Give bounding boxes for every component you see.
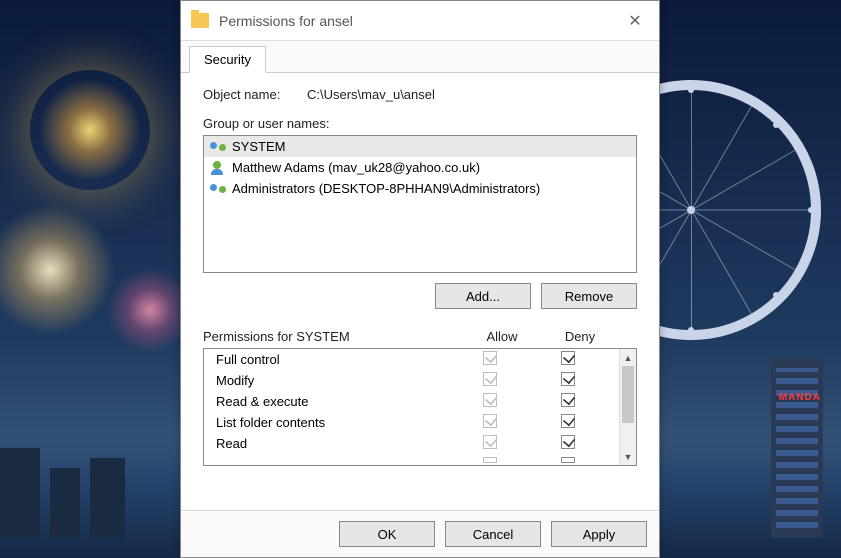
allow-checkbox <box>483 351 497 365</box>
close-button[interactable]: ✕ <box>615 5 655 37</box>
deny-checkbox[interactable] <box>561 435 575 449</box>
deny-checkbox[interactable] <box>561 457 575 463</box>
principal-name: Administrators (DESKTOP-8PHHAN9\Administ… <box>232 181 540 196</box>
close-icon: ✕ <box>628 11 641 31</box>
dialog-footer: OK Cancel Apply <box>181 510 659 557</box>
permission-row: Modify <box>204 370 619 391</box>
object-name-label: Object name: <box>203 87 307 102</box>
deny-checkbox[interactable] <box>561 414 575 428</box>
window-title: Permissions for ansel <box>219 13 615 29</box>
folder-icon <box>191 13 209 28</box>
ok-button[interactable]: OK <box>339 521 435 547</box>
scroll-down-icon[interactable]: ▼ <box>620 448 636 465</box>
user-icon <box>210 182 226 196</box>
permission-row: Full control <box>204 349 619 370</box>
column-deny: Deny <box>541 329 619 344</box>
principal-name: SYSTEM <box>232 139 285 154</box>
deny-checkbox[interactable] <box>561 351 575 365</box>
permissions-dialog: Permissions for ansel ✕ Security Object … <box>180 0 660 558</box>
permissions-for-label: Permissions for SYSTEM <box>203 329 463 344</box>
dialog-content: Object name: C:\Users\mav_u\ansel Group … <box>181 73 659 510</box>
scroll-thumb[interactable] <box>622 366 634 423</box>
permissions-scrollbar[interactable]: ▲ ▼ <box>619 349 636 465</box>
user-icon <box>210 161 226 175</box>
deny-checkbox[interactable] <box>561 393 575 407</box>
permission-name: List folder contents <box>216 415 451 430</box>
permissions-listbox: Full control Modify Read & execute List fol… <box>203 348 637 466</box>
user-icon <box>210 140 226 154</box>
column-allow: Allow <box>463 329 541 344</box>
apply-button[interactable]: Apply <box>551 521 647 547</box>
permission-name: Full control <box>216 352 451 367</box>
principal-item[interactable]: Administrators (DESKTOP-8PHHAN9\Administ… <box>204 178 636 199</box>
scroll-up-icon[interactable]: ▲ <box>620 349 636 366</box>
permission-name: Read <box>216 436 451 451</box>
deny-checkbox[interactable] <box>561 372 575 386</box>
permission-row: Read & execute <box>204 391 619 412</box>
groups-label: Group or user names: <box>203 116 637 131</box>
allow-checkbox <box>483 414 497 428</box>
remove-button[interactable]: Remove <box>541 283 637 309</box>
principals-listbox[interactable]: SYSTEM Matthew Adams (mav_uk28@yahoo.co.u… <box>203 135 637 273</box>
titlebar[interactable]: Permissions for ansel ✕ <box>181 1 659 41</box>
principal-name: Matthew Adams (mav_uk28@yahoo.co.uk) <box>232 160 480 175</box>
permission-row: List folder contents <box>204 412 619 433</box>
tab-strip: Security <box>181 41 659 73</box>
allow-checkbox <box>483 457 497 463</box>
tab-security[interactable]: Security <box>189 46 266 73</box>
permission-name: Read & execute <box>216 394 451 409</box>
allow-checkbox <box>483 435 497 449</box>
allow-checkbox <box>483 393 497 407</box>
object-name-value: C:\Users\mav_u\ansel <box>307 87 435 102</box>
cancel-button[interactable]: Cancel <box>445 521 541 547</box>
allow-checkbox <box>483 372 497 386</box>
principal-item[interactable]: SYSTEM <box>204 136 636 157</box>
add-button[interactable]: Add... <box>435 283 531 309</box>
permission-name: Modify <box>216 373 451 388</box>
principal-item[interactable]: Matthew Adams (mav_uk28@yahoo.co.uk) <box>204 157 636 178</box>
wallpaper-sign: MANDA <box>779 392 821 403</box>
